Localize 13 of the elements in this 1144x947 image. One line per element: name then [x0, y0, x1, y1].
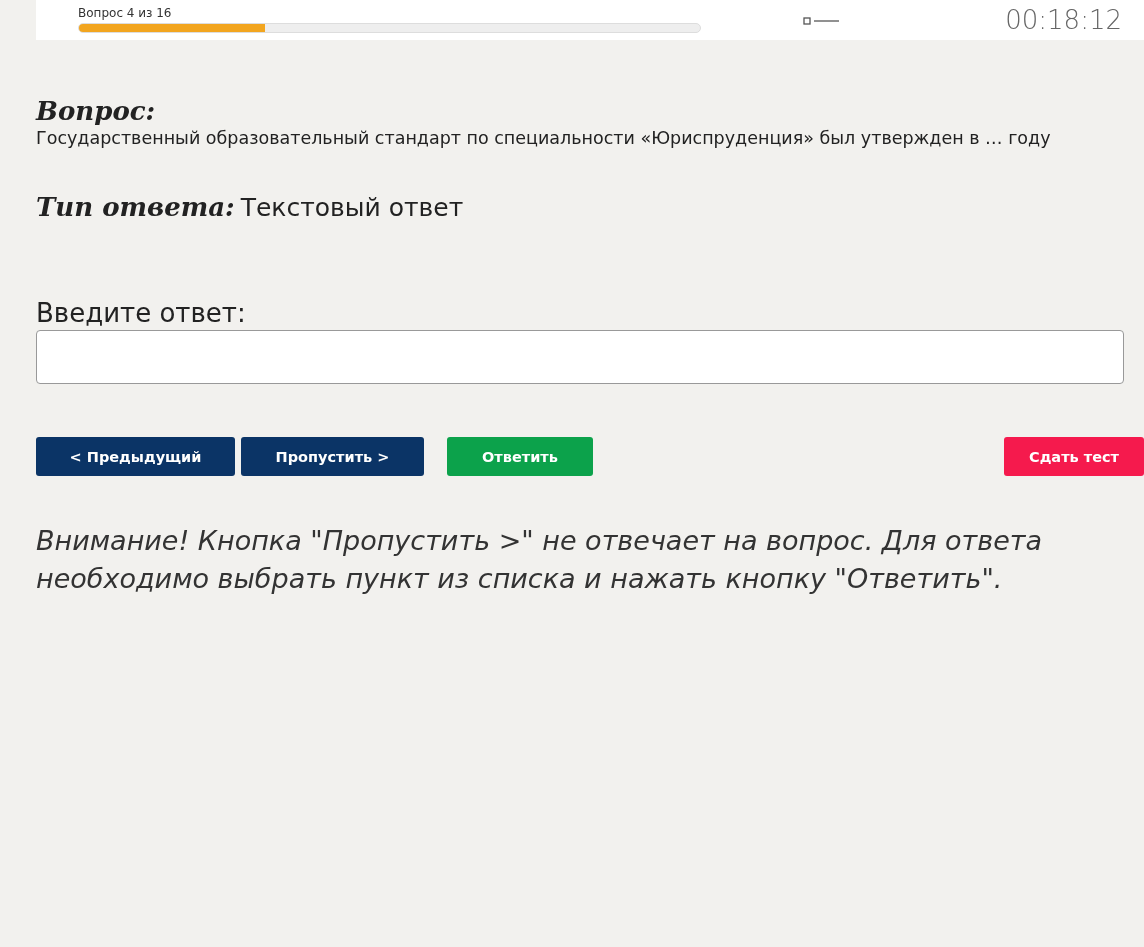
timer: 00:18:12	[1005, 5, 1122, 35]
list-icon[interactable]	[803, 15, 839, 25]
answer-label: Введите ответ:	[36, 298, 246, 328]
answer-type-value: Текстовый ответ	[240, 193, 464, 222]
question-text: Государственный образовательный стандарт по специальности «Юриспруденция» был утвержден в … году	[36, 128, 1051, 148]
nav-button[interactable]: < Предыдущий	[36, 437, 235, 476]
answer-field[interactable]	[36, 330, 1124, 384]
answer-type-heading: Тип ответа:	[36, 192, 235, 222]
finish-button[interactable]: Сдать тест	[1004, 437, 1144, 476]
nav-button[interactable]: Пропустить >	[241, 437, 424, 476]
progress-text: Вопрос 4 из 16	[78, 7, 173, 20]
notice-text: Внимание! Кнопка "Пропустить >" не отвечает на вопрос. Для ответа необходимо выбрать пункт из списка и нажать кнопку "Ответить".	[36, 524, 1044, 596]
question-heading: Вопрос:	[36, 96, 156, 126]
